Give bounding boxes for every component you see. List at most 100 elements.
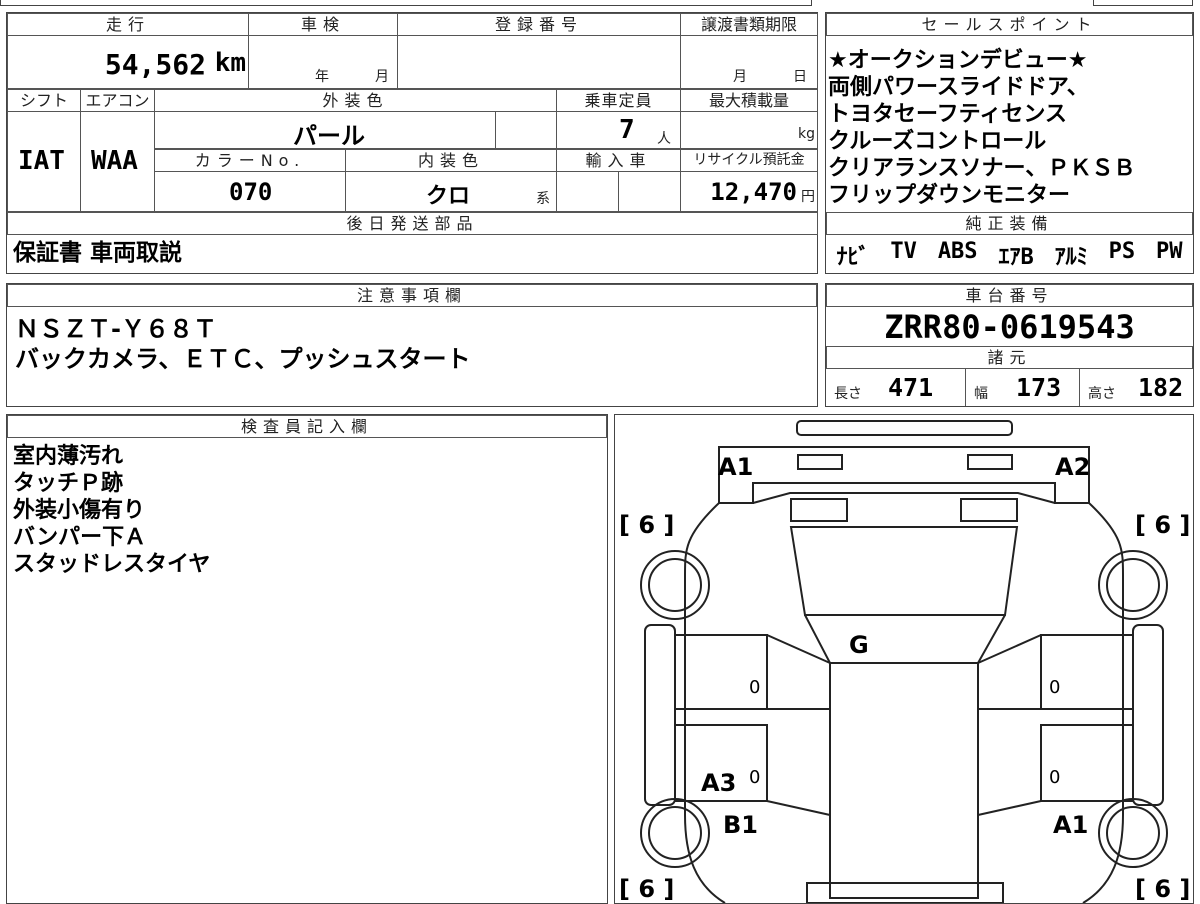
- color-no-header: カラーNo.: [154, 149, 346, 172]
- wheel-front-left: [640, 550, 710, 620]
- equipment-nav: ﾅﾋﾞ: [836, 245, 870, 270]
- inspection-cell: 年 月: [248, 35, 398, 89]
- wheel-front-right: [1098, 550, 1168, 620]
- exterior-color-value: パール: [293, 122, 365, 150]
- label-door-r-rear: 0: [1049, 767, 1061, 788]
- import-header: 輸入車: [556, 149, 681, 172]
- vehicle-info-table: 走行 車検 登録番号 譲渡書類期限 54,562 km 年 月 月 日 シフト …: [6, 12, 818, 274]
- interior-color-suffix: 系: [536, 191, 550, 207]
- wiper-left: [790, 498, 848, 522]
- sales-point-line: フリップダウンモニター: [828, 183, 1071, 208]
- equipment-airbag: ｴｱB: [998, 245, 1034, 270]
- capacity-header: 乗車定員: [556, 89, 681, 112]
- front-outline: [718, 446, 1090, 504]
- inspection-year-label: 年: [315, 69, 329, 85]
- left-sill: [644, 624, 676, 806]
- inspection-month-label: 月: [375, 69, 389, 85]
- label-b1: B1: [723, 811, 758, 839]
- color-no-value: 070: [229, 178, 273, 206]
- transfer-deadline-cell: 月 日: [680, 35, 818, 89]
- height-value: 182: [1138, 373, 1184, 402]
- equipment-header: 純正装備: [826, 212, 1193, 235]
- sales-point-line: クルーズコントロール: [828, 129, 1047, 154]
- inspector-list: 室内薄汚れ タッチＰ跡 外装小傷有り バンパー下Ａ スタッドレスタイヤ: [13, 443, 210, 578]
- sales-point-line: トヨタセーフティセンス: [828, 102, 1067, 127]
- label-door-l-rear: 0: [749, 767, 761, 788]
- capacity-cell: 7 人: [556, 111, 681, 149]
- label-tire-rr: [ 6 ]: [1135, 875, 1191, 903]
- aircon-value: WAA: [91, 146, 138, 176]
- notes-header: 注意事項欄: [7, 284, 817, 307]
- later-parts-header: 後日発送部品: [7, 212, 818, 235]
- wheel-front-left-inner: [648, 558, 702, 612]
- right-sill: [1132, 624, 1164, 806]
- notes-box: 注意事項欄 ＮＳＺＴ-Ｙ６８Ｔ バックカメラ、ＥＴＣ、プッシュスタート: [6, 283, 818, 407]
- right-rear-door: [1040, 724, 1134, 802]
- wheel-front-right-inner: [1106, 558, 1160, 612]
- later-parts-cell: 保証書 車両取説: [7, 234, 818, 274]
- chassis-header: 車台番号: [826, 284, 1193, 307]
- max-load-unit: kg: [798, 126, 815, 142]
- exterior-color-sub-cell: [495, 111, 557, 149]
- car-diagram-box: A1 A2 [ 6 ] [ 6 ] G 0 0 0 0 A3 B1 A1 [ 6…: [614, 414, 1194, 904]
- transfer-deadline-header: 譲渡書類期限: [680, 13, 818, 36]
- interior-color-value: クロ: [426, 184, 471, 209]
- color-no-cell: 070: [154, 171, 346, 212]
- height-label: 高さ: [1088, 386, 1116, 402]
- label-glass: G: [849, 631, 869, 659]
- interior-color-header: 内装色: [345, 149, 557, 172]
- equipment-pw: PW: [1156, 239, 1183, 264]
- sales-point-line: ★オークションデビュー★: [828, 48, 1088, 73]
- inspector-line: 室内薄汚れ: [13, 444, 124, 469]
- mileage-cell: 54,562 km: [7, 35, 249, 89]
- front-light-left: [797, 454, 843, 470]
- mileage-unit: km: [214, 48, 246, 78]
- width-value: 173: [1016, 373, 1062, 402]
- label-tire-fl: [ 6 ]: [619, 511, 675, 539]
- transfer-day-label: 日: [793, 69, 807, 85]
- label-a2-front: A2: [1055, 453, 1091, 481]
- car-diagram: [640, 420, 1168, 903]
- top-strip-left: [0, 0, 812, 6]
- shift-header: シフト: [7, 89, 81, 112]
- equipment-ps: PS: [1108, 239, 1136, 264]
- registration-header: 登録番号: [397, 13, 681, 36]
- registration-cell: [397, 35, 681, 89]
- sales-points-header: セールスポイント: [826, 13, 1193, 36]
- wheel-rear-right-inner: [1106, 806, 1160, 860]
- length-value: 471: [888, 373, 934, 402]
- sales-points-box: セールスポイント ★オークションデビュー★ 両側パワースライドドア、 トヨタセー…: [825, 12, 1194, 274]
- label-tire-rl: [ 6 ]: [619, 875, 675, 903]
- sales-point-line: 両側パワースライドドア、: [828, 75, 1089, 100]
- chassis-box: 車台番号 ZRR80-0619543 諸元 長さ 471 幅 173 高さ 18…: [825, 283, 1194, 407]
- sales-points-list: ★オークションデビュー★ 両側パワースライドドア、 トヨタセーフティセンス クル…: [828, 47, 1135, 209]
- sales-point-line: クリアランスソナー、ＰＫＳＢ: [828, 156, 1136, 181]
- aircon-header: エアコン: [80, 89, 155, 112]
- interior-color-cell: クロ 系: [345, 171, 557, 212]
- notes-list: ＮＳＺＴ-Ｙ６８Ｔ バックカメラ、ＥＴＣ、プッシュスタート: [15, 314, 471, 374]
- later-parts-value: 保証書 車両取説: [13, 240, 183, 266]
- exterior-color-cell: パール: [154, 111, 496, 150]
- transfer-month-label: 月: [733, 69, 747, 85]
- label-tire-fr: [ 6 ]: [1135, 511, 1191, 539]
- mileage-header: 走行: [7, 13, 249, 36]
- label-door-l-front: 0: [749, 677, 761, 698]
- label-a1-front: A1: [718, 453, 754, 481]
- height-cell: 高さ 182: [1079, 368, 1193, 406]
- import-cell-1: [556, 171, 619, 212]
- label-door-r-front: 0: [1049, 677, 1061, 698]
- equipment-tv: TV: [890, 239, 917, 264]
- inspector-header: 検査員記入欄: [7, 415, 607, 438]
- max-load-header: 最大積載量: [680, 89, 818, 112]
- wheel-rear-left-inner: [648, 806, 702, 860]
- max-load-cell: kg: [680, 111, 818, 149]
- shift-value: IAT: [18, 146, 65, 176]
- length-cell: 長さ 471: [826, 368, 966, 406]
- inspector-line: スタッドレスタイヤ: [13, 552, 211, 577]
- notes-line: ＮＳＺＴ-Ｙ６８Ｔ: [15, 315, 217, 343]
- equipment-alloy: ｱﾙﾐ: [1054, 245, 1088, 270]
- width-label: 幅: [974, 386, 988, 402]
- notes-line: バックカメラ、ＥＴＣ、プッシュスタート: [15, 345, 471, 373]
- length-label: 長さ: [834, 386, 862, 402]
- equipment-abs: ABS: [937, 239, 978, 264]
